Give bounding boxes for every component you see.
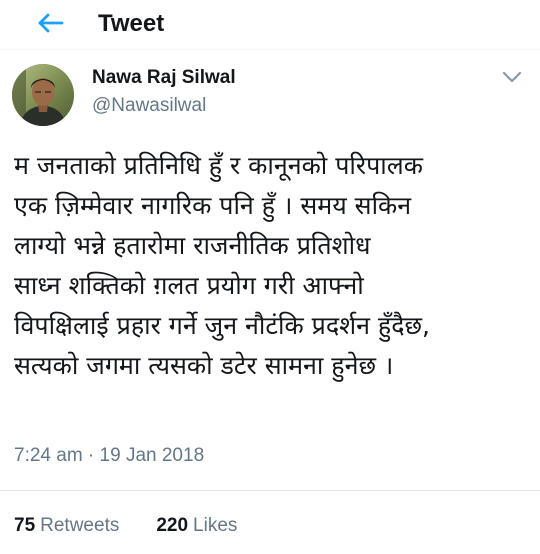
tweet-text-line: साध्न शक्तिको ग़लत प्रयोग गरी आफ्नो	[14, 271, 364, 300]
arrow-left-icon	[36, 12, 64, 38]
author-name[interactable]: Nawa Raj Silwal	[92, 66, 236, 90]
likes-count: 220	[156, 515, 189, 536]
header-divider	[0, 49, 540, 50]
tweet-stats: 75 Retweets 220 Likes	[14, 514, 237, 538]
avatar[interactable]	[12, 64, 74, 126]
author-handle[interactable]: @Nawasilwal	[92, 94, 206, 118]
page-title: Tweet	[98, 10, 165, 37]
retweets-count: 75	[14, 515, 36, 536]
retweets-label: Retweets	[40, 515, 120, 536]
tweet-text: म जनताको प्रतिनिधि हुँ र कानूनको परिपालक…	[14, 146, 534, 386]
avatar-image	[12, 64, 74, 126]
tweet-timestamp: 7:24 am · 19 Jan 2018	[14, 445, 205, 466]
top-bar: Tweet	[0, 0, 540, 50]
retweets-stat[interactable]: 75 Retweets	[14, 514, 119, 538]
likes-label: Likes	[193, 515, 238, 536]
stats-divider	[0, 490, 540, 491]
tweet-text-line: एक ज़िम्मेवार नागरिक पनि हुँ । समय सकिन	[14, 191, 412, 220]
more-options-button[interactable]	[498, 66, 526, 90]
tweet-text-line: विपक्षिलाई प्रहार गर्ने जुन नौटंकि प्रदर…	[14, 311, 430, 340]
likes-stat[interactable]: 220 Likes	[156, 514, 237, 538]
tweet-text-line: म जनताको प्रतिनिधि हुँ र कानूनको परिपालक	[14, 151, 423, 180]
tweet-text-line: लाग्यो भन्ने हतारोमा राजनीतिक प्रतिशोध	[14, 231, 371, 260]
chevron-down-icon	[501, 69, 523, 88]
back-button[interactable]	[30, 7, 70, 43]
tweet-text-line: सत्यको जगमा त्यसको डटेर सामना हुनेछ ।	[14, 351, 394, 380]
